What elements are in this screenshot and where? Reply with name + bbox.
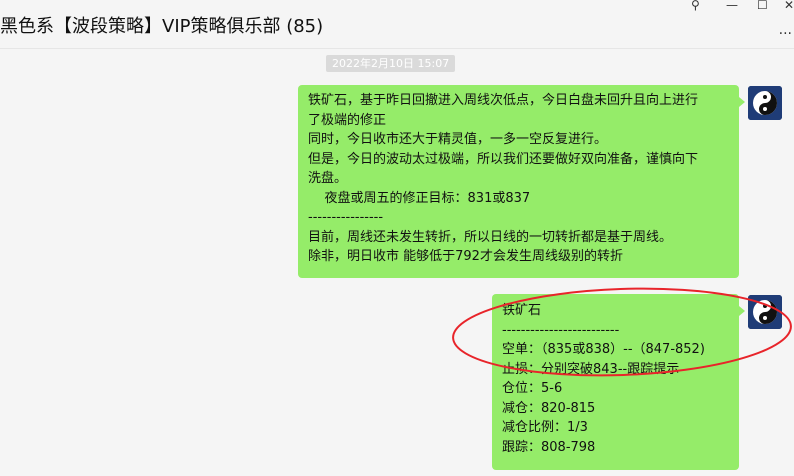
- message-line: 仓位：5-6: [502, 381, 563, 396]
- message-line: 同时，今日收市还大于精灵值，一多一空反复进行。: [308, 132, 608, 147]
- message-line: 目前，周线还未发生转折，所以日线的一切转折都是基于周线。: [308, 229, 673, 245]
- pin-icon[interactable]: ⚲: [691, 0, 700, 12]
- message-line: 但是，今日的波动太过极端，所以我们还要做好双向准备，谨慎向下: [308, 151, 699, 167]
- message-line: 洗盘。: [308, 171, 348, 186]
- yin-yang-avatar-icon: [748, 295, 782, 329]
- message-line: 止损：分别突破843--跟踪提示: [502, 361, 680, 377]
- message-line: 减仓比例：1/3: [502, 420, 588, 435]
- message-bubble[interactable]: 铁矿石，基于昨日回撤进入周线次低点，今日白盘未回升且向上进行 了极端的修正 同时…: [298, 85, 745, 278]
- close-button[interactable]: ✕: [784, 0, 794, 12]
- message-timestamp: 2022年2月10日 15:07: [326, 55, 456, 72]
- message-line: 铁矿石，基于昨日回撤进入周线次低点，今日白盘未回升且向上进行: [308, 93, 699, 108]
- message-bubble[interactable]: 铁矿石 ------------------------- 空单：（835或83…: [492, 294, 745, 470]
- title-bar: 黑色系【波段策略】VIP策略俱乐部 (85) ⚲ — ☐ ✕ ...: [0, 0, 794, 49]
- sender-avatar[interactable]: [748, 86, 782, 120]
- message-line: 减仓：820-815: [502, 400, 596, 416]
- maximize-button[interactable]: ☐: [757, 0, 768, 12]
- message-line: 夜盘或周五的修正目标：831或837: [308, 190, 531, 206]
- message-line: 了极端的修正: [308, 112, 387, 128]
- more-options-icon[interactable]: ...: [779, 22, 792, 38]
- minimize-button[interactable]: —: [726, 0, 738, 12]
- message-line: 铁矿石: [502, 303, 542, 318]
- sender-avatar[interactable]: [748, 295, 782, 329]
- chat-title: 黑色系【波段策略】VIP策略俱乐部 (85): [0, 16, 324, 37]
- message-line: 空单：（835或838）--（847-852): [502, 342, 705, 357]
- message-line: 跟踪：808-798: [502, 439, 596, 455]
- message-line: 除非，明日收市 能够低于792才会发生周线级别的转折: [308, 249, 623, 264]
- message-line: ----------------: [308, 210, 384, 225]
- yin-yang-avatar-icon: [748, 86, 782, 120]
- message-line: -------------------------: [502, 322, 620, 338]
